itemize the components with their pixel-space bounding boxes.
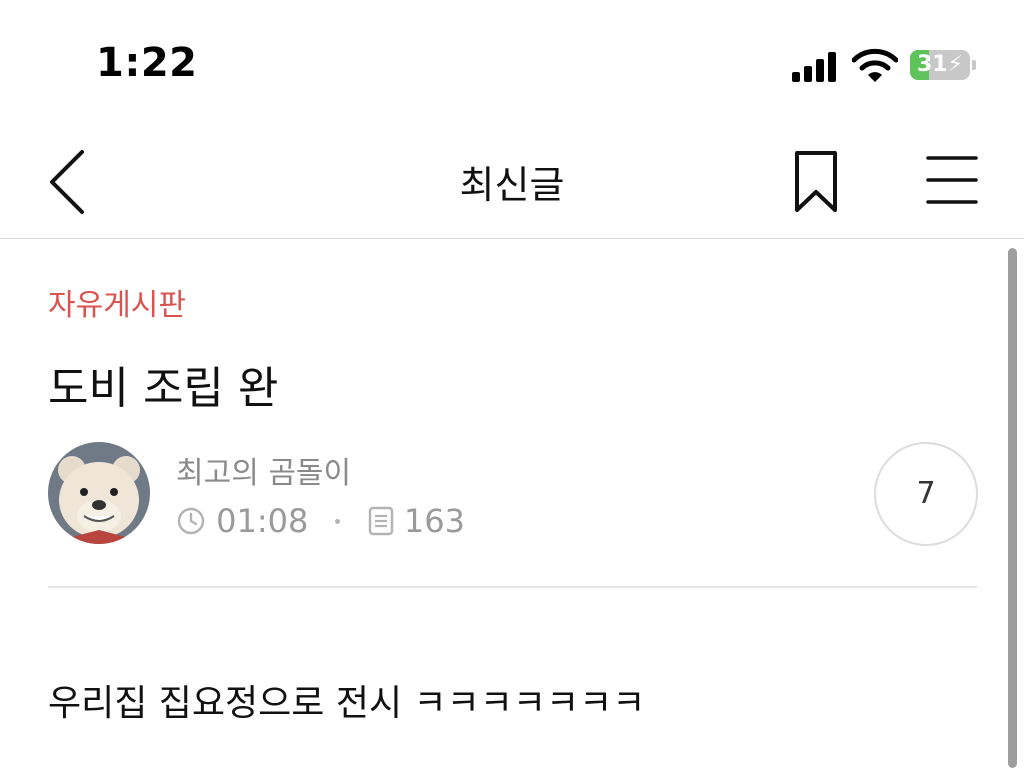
battery-tip <box>972 60 976 70</box>
status-icons: 31⚡ <box>792 46 982 86</box>
avatar[interactable] <box>48 442 150 544</box>
chevron-left-icon <box>50 150 84 214</box>
battery-level: 31 <box>916 52 948 77</box>
post-meta: 01:08 163 <box>176 500 465 540</box>
post-time: 01:08 <box>216 502 309 540</box>
clock-icon <box>177 507 205 535</box>
status-time: 1:22 <box>96 40 198 86</box>
page-title: 최신글 <box>459 163 565 207</box>
comment-count-button[interactable]: 7 <box>874 442 978 546</box>
author-name[interactable]: 최고의 곰돌이 <box>176 448 351 492</box>
nav-bar: 최신글 <box>0 130 1024 239</box>
meta-separator <box>334 518 340 524</box>
battery-charging-icon: 31⚡ <box>910 50 970 80</box>
post-title: 도비 조립 완 <box>48 363 279 414</box>
view-count: 163 <box>403 502 465 540</box>
divider <box>48 586 977 588</box>
menu-button[interactable] <box>920 152 982 208</box>
post-body: 우리집 집요정으로 전시 ㅋㅋㅋㅋㅋㅋㅋ <box>48 683 646 724</box>
back-button[interactable] <box>40 148 96 216</box>
wifi-icon <box>852 48 898 82</box>
bookmark-button[interactable] <box>786 148 846 214</box>
views-document-icon <box>368 506 393 536</box>
status-bar: 1:22 31⚡ <box>0 0 1024 120</box>
charging-bolt-icon: ⚡ <box>947 52 964 77</box>
bookmark-icon <box>795 151 837 212</box>
scrollbar[interactable] <box>1008 248 1017 768</box>
hamburger-menu-icon <box>926 156 978 204</box>
signal-bars-icon <box>792 50 840 82</box>
teddy-bear-avatar-image <box>48 442 150 544</box>
board-name-link[interactable]: 자유게시판 <box>48 280 186 324</box>
